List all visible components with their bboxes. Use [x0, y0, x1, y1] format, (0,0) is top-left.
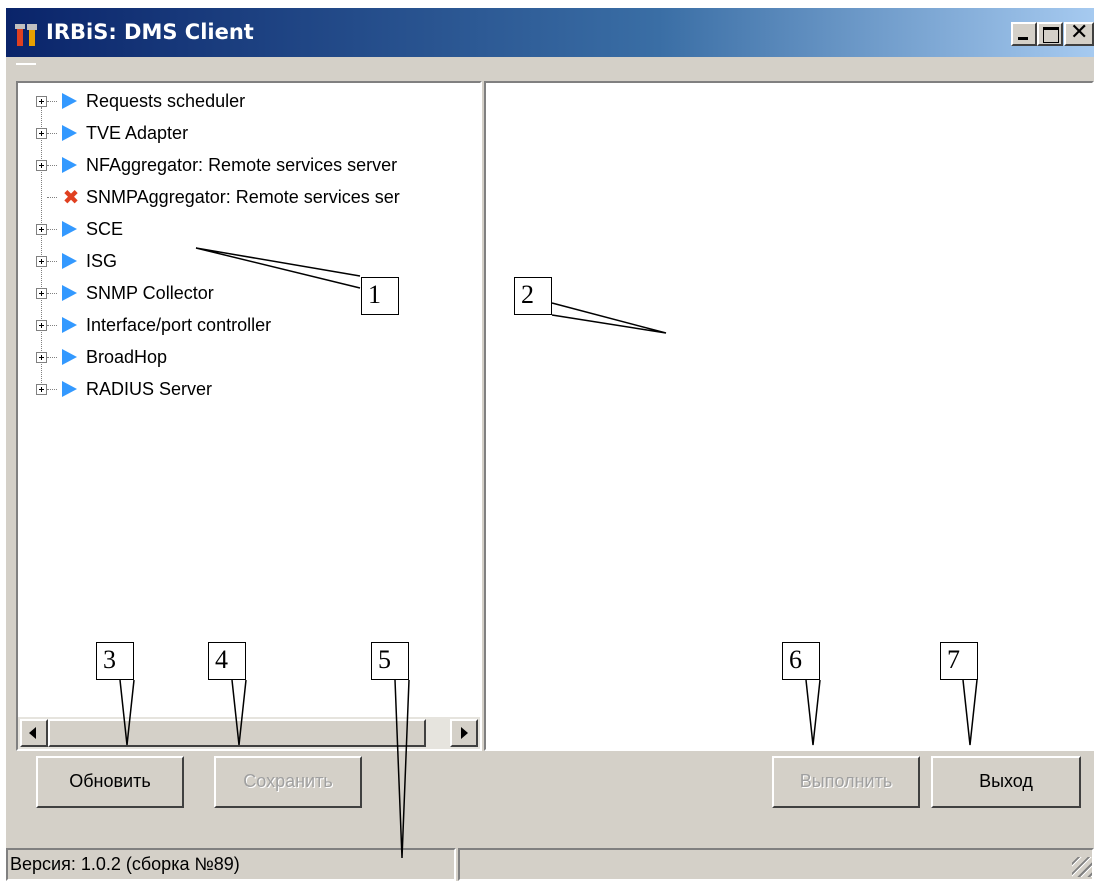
version-status: Версия: 1.0.2 (сборка №89)	[6, 848, 456, 881]
horizontal-scrollbar[interactable]	[18, 717, 480, 749]
tree-item[interactable]: TVE Adapter	[28, 120, 488, 148]
close-icon: ✕	[1070, 20, 1089, 45]
close-button[interactable]: ✕	[1064, 20, 1094, 46]
callout-4: 4	[208, 642, 246, 680]
play-icon	[62, 285, 77, 301]
tree-item-label: SCE	[86, 219, 124, 239]
tree-item-label: SNMPAggregator: Remote services ser	[86, 187, 400, 207]
app-window: IRBiS: DMS Client ✕ Requests scheduler TV…	[6, 8, 1094, 881]
title-bar[interactable]: IRBiS: DMS Client ✕	[6, 8, 1094, 57]
expand-plus-icon[interactable]	[36, 256, 47, 267]
maximize-button[interactable]	[1037, 22, 1063, 46]
tree-item-label: RADIUS Server	[86, 379, 213, 399]
tree-branch-line	[47, 101, 57, 102]
tree-item[interactable]: ✖ SNMPAggregator: Remote services ser	[28, 184, 488, 212]
tree-item[interactable]: RADIUS Server	[28, 376, 488, 404]
tree-branch-line	[47, 389, 57, 390]
tree-item-label: SNMP Collector	[86, 283, 214, 303]
callout-7: 7	[940, 642, 978, 680]
tree-item-label: TVE Adapter	[86, 123, 189, 143]
play-icon	[62, 125, 77, 141]
expand-plus-icon[interactable]	[36, 352, 47, 363]
services-tree-pane[interactable]: Requests scheduler TVE Adapter NFAggregato…	[16, 81, 482, 751]
minimize-button[interactable]	[1011, 22, 1037, 46]
expand-plus-icon[interactable]	[36, 160, 47, 171]
scroll-right-icon[interactable]	[450, 719, 478, 747]
tree-item[interactable]: BroadHop	[28, 344, 488, 372]
tree-branch-line	[47, 293, 57, 294]
callout-3: 3	[96, 642, 134, 680]
services-tree[interactable]: Requests scheduler TVE Adapter NFAggregato…	[18, 83, 488, 715]
execute-button[interactable]: Выполнить	[772, 756, 920, 808]
tree-item-label: NFAggregator: Remote services server	[86, 155, 398, 175]
tree-branch-line	[47, 261, 57, 262]
expand-plus-icon[interactable]	[36, 128, 47, 139]
callout-5: 5	[371, 642, 409, 680]
tree-branch-line	[47, 357, 57, 358]
menu-bar	[6, 59, 1094, 67]
play-icon	[62, 221, 77, 237]
tree-item[interactable]: SCE	[28, 216, 488, 244]
maximize-icon	[1043, 27, 1059, 43]
refresh-button[interactable]: Обновить	[36, 756, 184, 808]
play-icon	[62, 253, 77, 269]
exit-button[interactable]: Выход	[931, 756, 1081, 808]
expand-plus-icon[interactable]	[36, 224, 47, 235]
app-tools-icon	[15, 24, 37, 46]
tree-branch-line	[47, 197, 57, 198]
save-button[interactable]: Сохранить	[214, 756, 362, 808]
tree-item[interactable]: Interface/port controller	[28, 312, 488, 340]
scroll-thumb[interactable]	[48, 719, 426, 747]
status-panel	[458, 848, 1094, 881]
play-icon	[62, 349, 77, 365]
expand-plus-icon[interactable]	[36, 96, 47, 107]
scroll-left-icon[interactable]	[20, 719, 48, 747]
tree-item[interactable]: NFAggregator: Remote services server	[28, 152, 488, 180]
expand-plus-icon[interactable]	[36, 384, 47, 395]
expand-plus-icon[interactable]	[36, 320, 47, 331]
tree-item-label: Interface/port controller	[86, 315, 272, 335]
callout-1: 1	[361, 277, 399, 315]
minimize-icon	[1018, 37, 1028, 40]
menu-grip	[16, 63, 36, 65]
tree-item-label: ISG	[86, 251, 118, 271]
play-icon	[62, 157, 77, 173]
callout-6: 6	[782, 642, 820, 680]
error-x-icon: ✖	[62, 185, 80, 209]
play-icon	[62, 317, 77, 333]
callout-2: 2	[514, 277, 552, 315]
tree-item[interactable]: ISG	[28, 248, 488, 276]
tree-item-label: BroadHop	[86, 347, 168, 367]
window-title: IRBiS: DMS Client	[46, 20, 254, 44]
status-bar: Версия: 1.0.2 (сборка №89)	[6, 848, 1094, 881]
tree-item[interactable]: Requests scheduler	[28, 88, 488, 116]
play-icon	[62, 93, 77, 109]
play-icon	[62, 381, 77, 397]
tree-item[interactable]: SNMP Collector	[28, 280, 488, 308]
resize-grip-icon[interactable]	[1072, 857, 1092, 877]
tree-branch-line	[47, 165, 57, 166]
expand-plus-icon[interactable]	[36, 288, 47, 299]
tree-branch-line	[47, 133, 57, 134]
tree-branch-line	[47, 229, 57, 230]
tree-branch-line	[47, 325, 57, 326]
tree-item-label: Requests scheduler	[86, 91, 246, 111]
